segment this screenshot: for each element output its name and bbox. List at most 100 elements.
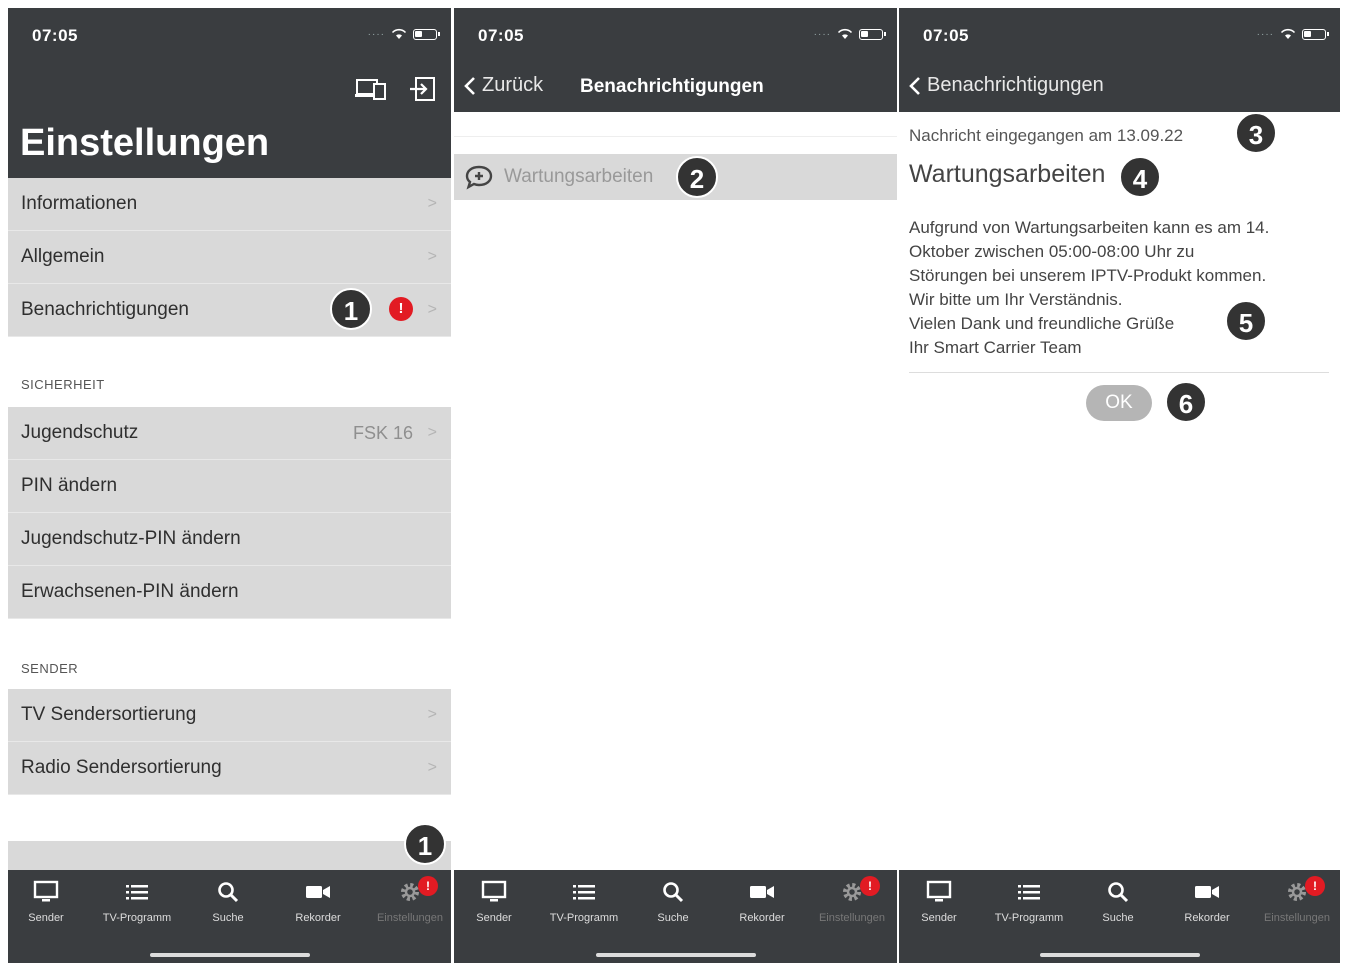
camera-icon — [750, 886, 774, 898]
camera-icon — [306, 886, 330, 898]
callout-1: 1 — [330, 288, 372, 330]
wifi-icon — [1280, 28, 1296, 39]
row-label: Jugendschutz — [21, 422, 139, 443]
row-tv-sendersortierung[interactable]: TV Sendersortierung > — [8, 689, 451, 742]
tab-label: Einstellungen — [1263, 912, 1331, 924]
message-body: Aufgrund von Wartungsarbeiten kann es am… — [909, 216, 1329, 360]
system-indicators: ···· — [814, 28, 886, 40]
tab-label: TV-Programm — [994, 912, 1064, 924]
row-erwachsenen-pin-aendern[interactable]: Erwachsenen-PIN ändern — [8, 566, 451, 619]
tab-rekorder[interactable]: Rekorder — [274, 878, 362, 924]
row-label: Benachrichtigungen — [21, 299, 189, 320]
row-label: PIN ändern — [21, 475, 118, 496]
chevron-left-icon — [909, 76, 920, 95]
tab-suche[interactable]: Suche — [184, 878, 272, 924]
tab-suche[interactable]: Suche — [1074, 878, 1162, 924]
wifi-icon — [391, 28, 407, 39]
divider — [454, 136, 897, 137]
list-footer — [8, 841, 451, 873]
home-indicator — [1039, 953, 1200, 957]
tab-bar: Sender TV-Programm Suche Rekorder ! Eins… — [8, 870, 451, 963]
chevron-right-icon: > — [427, 424, 437, 441]
tab-tv-programm[interactable]: TV-Programm — [540, 878, 628, 924]
ok-button[interactable]: OK — [1086, 385, 1152, 421]
tab-label: Rekorder — [295, 912, 341, 924]
status-bar: 07:05 ···· — [8, 8, 451, 62]
message-line: Oktober zwischen 05:00-08:00 Uhr zu — [909, 242, 1195, 261]
row-label: Radio Sendersortierung — [21, 757, 222, 778]
tab-label: Sender — [28, 912, 64, 924]
home-indicator — [595, 953, 756, 957]
row-radio-sendersortierung[interactable]: Radio Sendersortierung > — [8, 742, 451, 795]
wifi-icon — [837, 28, 853, 39]
back-label: Zurück — [482, 74, 544, 96]
received-date: Nachricht eingegangen am 13.09.22 — [909, 126, 1184, 145]
tab-label: Einstellungen — [376, 912, 444, 924]
back-label: Benachrichtigungen — [927, 74, 1104, 96]
row-jugendschutz[interactable]: Jugendschutz FSK 16 > — [8, 407, 451, 460]
notification-badge: ! — [1305, 876, 1325, 896]
home-indicator — [149, 953, 310, 957]
status-time: 07:05 — [32, 26, 78, 45]
search-icon — [663, 882, 684, 903]
message-title: Wartungsarbeiten — [909, 160, 1106, 188]
row-informationen[interactable]: Informationen > — [8, 178, 451, 231]
message-line: Aufgrund von Wartungsarbeiten kann es am… — [909, 218, 1270, 237]
tab-rekorder[interactable]: Rekorder — [1163, 878, 1251, 924]
row-pin-aendern[interactable]: PIN ändern — [8, 460, 451, 513]
notification-detail-screen: 07:05 ···· Benachrichtigungen Nachricht … — [899, 8, 1340, 963]
chevron-left-icon — [464, 76, 475, 95]
tab-tv-programm[interactable]: TV-Programm — [93, 878, 181, 924]
notifications-screen: 07:05 ···· Zurück Benachrichtigungen War… — [454, 8, 897, 963]
tab-bar: Sender TV-Programm Suche Rekorder ! Eins… — [899, 870, 1340, 963]
logout-icon[interactable] — [406, 74, 440, 104]
tab-einstellungen[interactable]: ! Einstellungen — [808, 876, 896, 924]
tab-rekorder[interactable]: Rekorder — [718, 878, 806, 924]
tab-suche[interactable]: Suche — [629, 878, 717, 924]
battery-icon — [1302, 28, 1329, 40]
tab-label: Suche — [657, 912, 689, 924]
section-header-sicherheit: SICHERHEIT — [8, 377, 451, 407]
tab-sender[interactable]: Sender — [899, 878, 983, 924]
chevron-right-icon: > — [427, 706, 437, 723]
status-time: 07:05 — [478, 26, 524, 45]
tab-label: Einstellungen — [818, 912, 886, 924]
devices-icon[interactable] — [354, 74, 388, 104]
chevron-right-icon: > — [427, 759, 437, 776]
settings-header: Einstellungen — [8, 62, 451, 178]
notification-badge: ! — [389, 297, 413, 321]
tab-sender[interactable]: Sender — [8, 878, 90, 924]
tab-einstellungen[interactable]: ! Einstellungen — [1253, 876, 1340, 924]
tab-bar: Sender TV-Programm Suche Rekorder ! Eins… — [454, 870, 897, 963]
callout-2: 2 — [676, 156, 718, 198]
row-benachrichtigungen[interactable]: Benachrichtigungen ! > — [8, 284, 451, 337]
tab-label: Suche — [1102, 912, 1134, 924]
tab-einstellungen[interactable]: ! Einstellungen — [366, 876, 451, 924]
row-label: Allgemein — [21, 246, 105, 267]
status-bar: 07:05 ···· — [899, 8, 1340, 62]
tab-label: Rekorder — [1184, 912, 1230, 924]
battery-icon — [413, 28, 440, 40]
tab-sender[interactable]: Sender — [454, 878, 538, 924]
callout-5: 5 — [1225, 300, 1267, 342]
tab-tv-programm[interactable]: TV-Programm — [985, 878, 1073, 924]
row-allgemein[interactable]: Allgemein > — [8, 231, 451, 284]
callout-6: 6 — [1165, 381, 1207, 423]
system-indicators: ···· — [368, 28, 440, 40]
list-icon — [1018, 885, 1040, 900]
row-label: Jugendschutz-PIN ändern — [21, 528, 241, 549]
tv-icon — [481, 880, 507, 902]
list-icon — [573, 885, 595, 900]
signal-icon: ···· — [1256, 28, 1274, 40]
chevron-right-icon: > — [427, 195, 437, 212]
status-bar: 07:05 ···· — [454, 8, 897, 62]
divider — [909, 372, 1329, 373]
tab-label: Sender — [921, 912, 957, 924]
back-button[interactable]: Zurück — [464, 74, 543, 97]
tab-label: Sender — [476, 912, 512, 924]
page-title: Benachrichtigungen — [580, 76, 764, 97]
back-button[interactable]: Benachrichtigungen — [909, 74, 1104, 97]
message-line: Ihr Smart Carrier Team — [909, 338, 1082, 357]
list-icon — [126, 885, 148, 900]
row-jugendschutz-pin-aendern[interactable]: Jugendschutz-PIN ändern — [8, 513, 451, 566]
